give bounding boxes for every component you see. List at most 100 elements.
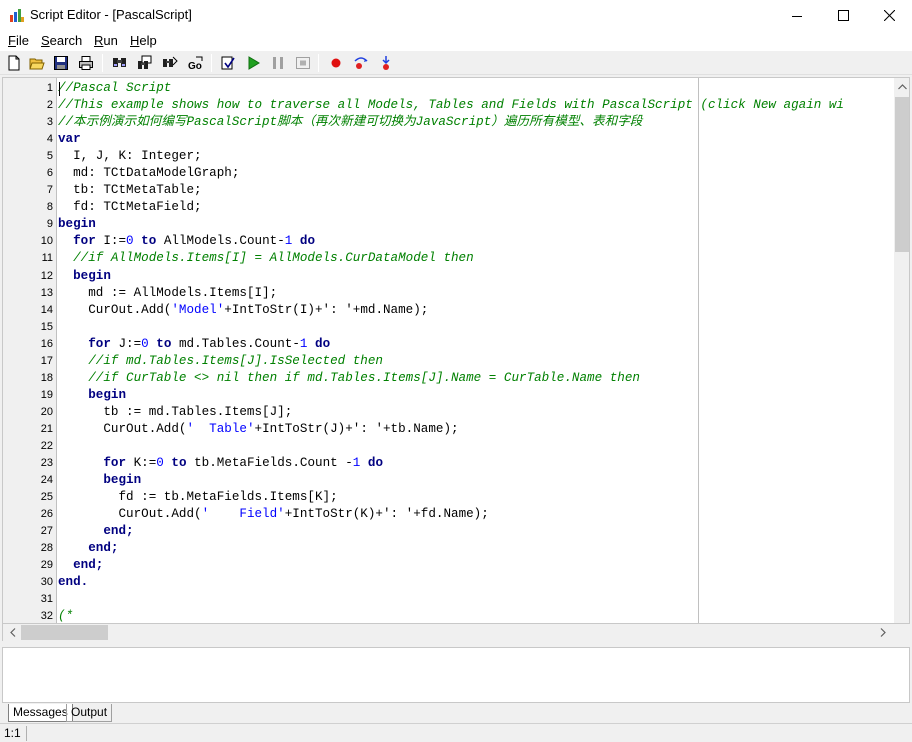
vertical-scroll-thumb[interactable] [895, 97, 909, 252]
menu-file-label: ile [15, 33, 29, 48]
line-number: 12 [40, 269, 53, 282]
new-button[interactable] [4, 53, 24, 73]
pause-button[interactable] [268, 53, 288, 73]
tab-output[interactable]: Output [66, 704, 113, 722]
code-line[interactable]: tb := md.Tables.Items[J]; [58, 404, 894, 421]
line-number: 5 [46, 150, 53, 163]
vertical-scrollbar[interactable] [894, 78, 909, 623]
horizontal-scrollbar[interactable] [2, 624, 893, 641]
code-line[interactable]: fd: TCtMetaField; [58, 199, 894, 216]
code-line[interactable]: (* [58, 608, 894, 623]
code-line[interactable]: fd := tb.MetaFields.Items[K]; [58, 489, 894, 506]
close-button[interactable] [866, 0, 912, 31]
breakpoint-icon [331, 58, 341, 68]
code-line[interactable]: I, J, K: Integer; [58, 148, 894, 165]
run-button[interactable] [243, 53, 263, 73]
messages-panel[interactable] [2, 647, 910, 703]
code-token: //if md.Tables.Items[J].IsSelected then [88, 353, 383, 368]
code-token: 0 [156, 456, 164, 471]
line-number: 18 [40, 371, 53, 384]
code-line[interactable]: //if AllModels.Items[I] = AllModels.CurD… [58, 250, 894, 267]
code-line[interactable] [58, 319, 894, 336]
code-line[interactable]: var [58, 131, 894, 148]
code-line[interactable]: begin [58, 216, 894, 233]
menu-search-accel: S [41, 33, 50, 48]
stop-button[interactable] [293, 53, 313, 73]
save-button[interactable] [51, 53, 71, 73]
toolbar-separator [318, 54, 319, 72]
find-icon [113, 58, 126, 67]
code-line[interactable]: begin [58, 387, 894, 404]
code-token: 0 [126, 234, 134, 249]
scroll-right-button[interactable] [875, 624, 891, 641]
code-line[interactable]: md := AllModels.Items[I]; [58, 285, 894, 302]
code-line[interactable]: CurOut.Add(' Field'+IntToStr(K)+': '+fd.… [58, 506, 894, 523]
maximize-button[interactable] [820, 0, 866, 31]
code-token: md.Tables.Count- [171, 336, 300, 351]
code-line[interactable]: CurOut.Add(' Table'+IntToStr(J)+': '+tb.… [58, 421, 894, 438]
code-line[interactable]: CurOut.Add('Model'+IntToStr(I)+': '+md.N… [58, 302, 894, 319]
code-token: //本示例演示如何编写PascalScript脚本（再次新建可切换为JavaSc… [58, 115, 643, 130]
window-title: Script Editor - [PascalScript] [30, 7, 192, 22]
line-number: 8 [46, 201, 53, 214]
code-token: end; [103, 524, 134, 539]
chevron-left-icon [10, 628, 16, 637]
line-number: 26 [40, 508, 53, 521]
code-line[interactable]: end; [58, 557, 894, 574]
code-line[interactable]: //This example shows how to traverse all… [58, 97, 894, 114]
code-line[interactable] [58, 438, 894, 455]
find-next-button[interactable] [135, 53, 155, 73]
code-line[interactable]: //if CurTable <> nil then if md.Tables.I… [58, 370, 894, 387]
check-syntax-button[interactable] [218, 53, 238, 73]
code-token: J:= [110, 336, 142, 351]
code-line[interactable]: end; [58, 540, 894, 557]
chevron-right-icon [880, 628, 886, 637]
step-into-button[interactable] [351, 53, 371, 73]
menu-file[interactable]: File [8, 33, 29, 48]
line-number: 9 [46, 218, 53, 231]
code-line[interactable]: //if md.Tables.Items[J].IsSelected then [58, 353, 894, 370]
menu-run[interactable]: Run [94, 33, 118, 48]
tab-messages[interactable]: Messages [8, 704, 73, 722]
code-line[interactable]: begin [58, 268, 894, 285]
menu-help[interactable]: Help [130, 33, 157, 48]
find-button[interactable] [110, 53, 130, 73]
code-line[interactable]: end. [58, 574, 894, 591]
code-line[interactable]: //本示例演示如何编写PascalScript脚本（再次新建可切换为JavaSc… [58, 114, 894, 131]
scroll-up-button[interactable] [894, 78, 909, 95]
scroll-left-button[interactable] [5, 624, 21, 641]
toolbar-separator [211, 54, 212, 72]
code-line[interactable]: for J:=0 to md.Tables.Count-1 do [58, 336, 894, 353]
replace-button[interactable] [160, 53, 180, 73]
code-editor[interactable]: 1 2 3 4 5 6 7 8 9 10 11 12 13 14 15 16 17 18 19 20 21 22 23 24 2… [2, 77, 910, 624]
code-token: md: TCtDataModelGraph; [58, 166, 240, 181]
code-token: I, J, K: Integer; [58, 149, 202, 164]
code-token: ' Field' [201, 507, 285, 522]
step-into-icon [354, 57, 368, 69]
open-button[interactable] [27, 53, 47, 73]
horizontal-scroll-thumb[interactable] [21, 625, 108, 640]
code-token: tb := md.Tables.Items[J]; [58, 404, 293, 419]
code-line[interactable]: end; [58, 523, 894, 540]
code-line[interactable] [58, 591, 894, 608]
code-area[interactable]: //Pascal Script //This example shows how … [58, 80, 894, 623]
breakpoint-button[interactable] [326, 53, 346, 73]
code-line[interactable]: tb: TCtMetaTable; [58, 182, 894, 199]
step-over-button[interactable] [376, 53, 396, 73]
code-line[interactable]: for I:=0 to AllModels.Count-1 do [58, 233, 894, 250]
goto-line-button[interactable]: Go [185, 53, 205, 73]
code-line[interactable]: md: TCtDataModelGraph; [58, 165, 894, 182]
print-button[interactable] [76, 53, 96, 73]
line-number: 30 [40, 576, 53, 589]
code-line[interactable]: //Pascal Script [58, 80, 894, 97]
line-number: 15 [40, 320, 53, 333]
code-line[interactable]: for K:=0 to tb.MetaFields.Count -1 do [58, 455, 894, 472]
minimize-button[interactable] [774, 0, 820, 31]
menu-search[interactable]: Search [41, 33, 82, 48]
line-number: 21 [40, 422, 53, 435]
code-line[interactable]: begin [58, 472, 894, 489]
